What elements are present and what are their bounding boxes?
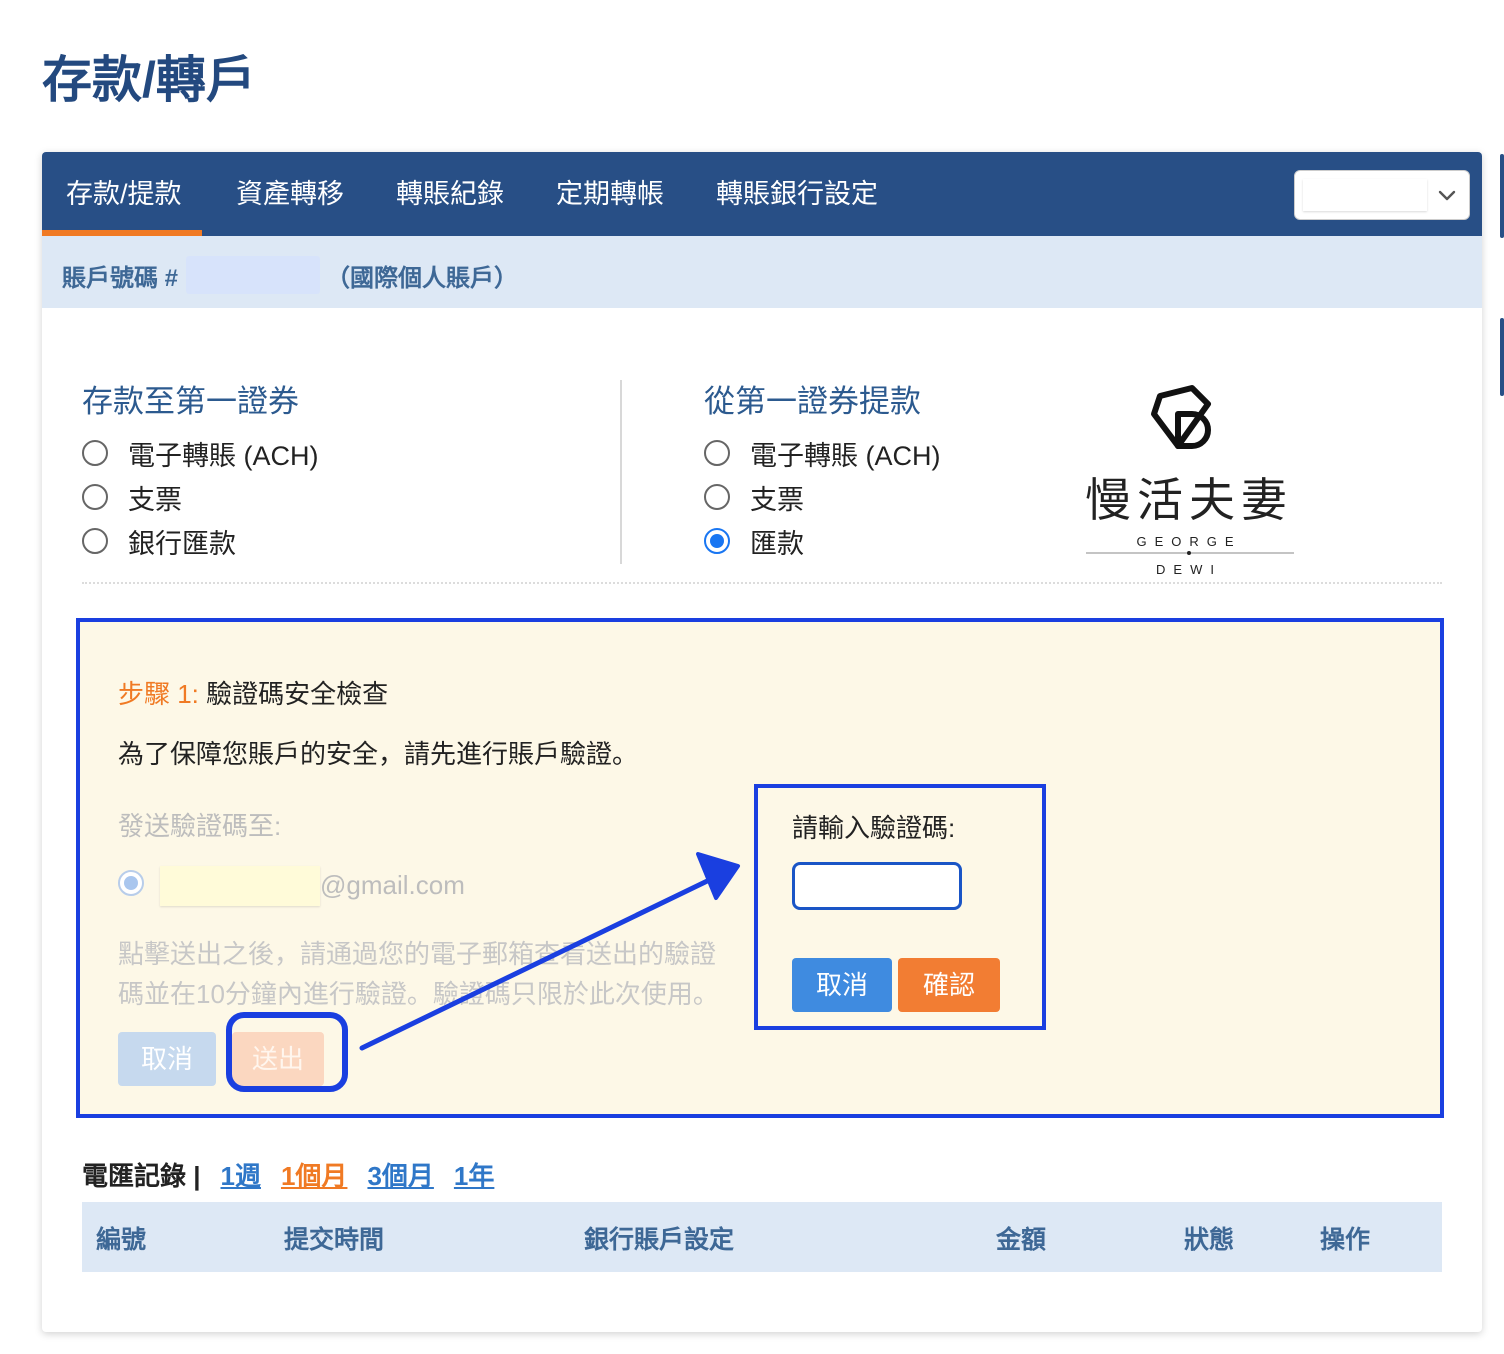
radio-button[interactable] [704, 440, 730, 466]
radio-button[interactable] [82, 440, 108, 466]
account-number-masked [186, 256, 320, 294]
code-confirm-button[interactable]: 確認 [898, 958, 1000, 1012]
withdraw-option-label: 匯款 [750, 528, 804, 559]
george-dewi-logo: 慢活夫妻 GEORGE DEWI [1085, 385, 1294, 577]
withdraw-option-label: 支票 [750, 484, 804, 515]
code-cancel-button[interactable]: 取消 [792, 958, 892, 1012]
deposit-option-ach[interactable]: 電子轉賬 (ACH) [82, 436, 319, 471]
range-1-month[interactable]: 1個月 [281, 1156, 347, 1193]
column-header-bank-account: 銀行賬戶設定 [584, 1226, 735, 1254]
radio-button-selected[interactable] [704, 528, 730, 554]
arrow-icon [359, 852, 740, 1051]
deposit-option-label: 支票 [128, 484, 182, 515]
step-number: 步驟 1: [118, 679, 199, 709]
verification-code-box: 請輸入驗證碼: 取消 確認 [754, 784, 1046, 1030]
tab-asset-transfer[interactable]: 資產轉移 [236, 152, 344, 236]
radio-button[interactable] [82, 528, 108, 554]
deposit-option-label: 電子轉賬 (ACH) [128, 440, 319, 471]
range-3-months[interactable]: 3個月 [367, 1156, 433, 1193]
svg-text:DEWI: DEWI [1156, 562, 1222, 577]
step-title: 步驟 1: 驗證碼安全檢查 [118, 674, 388, 711]
page-title: 存款/轉戶 [42, 52, 256, 108]
send-button-highlight [226, 1012, 348, 1092]
verification-code-input[interactable] [792, 862, 962, 910]
range-1-year[interactable]: 1年 [454, 1156, 494, 1193]
radio-button[interactable] [704, 484, 730, 510]
verification-step-box: 步驟 1: 驗證碼安全檢查 為了保障您賬戶的安全，請先進行賬戶驗證。 發送驗證碼… [76, 618, 1444, 1118]
range-1-week[interactable]: 1週 [221, 1156, 261, 1193]
column-header-submit-time: 提交時間 [284, 1226, 385, 1254]
column-header-id: 編號 [96, 1226, 147, 1254]
chevron-down-icon [1438, 190, 1456, 201]
email-radio-button[interactable] [118, 870, 144, 896]
wire-history-title: 電匯記錄 | [82, 1161, 201, 1191]
step-cancel-button[interactable]: 取消 [118, 1032, 216, 1086]
deposit-option-label: 銀行匯款 [128, 528, 236, 559]
scrollbar-edge-bottom [1500, 318, 1504, 396]
code-input-label: 請輸入驗證碼: [792, 813, 956, 843]
account-type: （國際個人賬戶） [326, 265, 518, 292]
svg-text:GEORGE: GEORGE [1136, 534, 1241, 549]
withdraw-option-label: 電子轉賬 (ACH) [750, 440, 941, 471]
column-header-status: 狀態 [1184, 1226, 1235, 1254]
dotted-divider [82, 582, 1442, 584]
tab-scheduled-transfer[interactable]: 定期轉帳 [556, 152, 664, 236]
withdraw-title: 從第一證券提款 [704, 384, 921, 419]
deposit-title: 存款至第一證券 [82, 384, 299, 419]
account-dropdown-value [1303, 179, 1427, 211]
deposit-option-check[interactable]: 支票 [82, 480, 182, 515]
tab-bar: 存款/提款 資產轉移 轉賬紀錄 定期轉帳 轉賬銀行設定 [42, 152, 1482, 238]
send-to-label: 發送驗證碼至: [118, 811, 282, 841]
withdraw-option-check[interactable]: 支票 [704, 480, 804, 515]
column-header-actions: 操作 [1320, 1226, 1371, 1254]
deposit-option-wire[interactable]: 銀行匯款 [82, 524, 236, 559]
radio-button[interactable] [82, 484, 108, 510]
step-title-text: 驗證碼安全檢查 [206, 679, 389, 709]
table-header: 編號 提交時間 銀行賬戶設定 金額 狀態 操作 [82, 1202, 1442, 1272]
column-header-amount: 金額 [996, 1226, 1047, 1254]
email-masked [160, 866, 320, 906]
withdraw-option-wire[interactable]: 匯款 [704, 524, 804, 559]
step-description: 為了保障您賬戶的安全，請先進行賬戶驗證。 [118, 739, 639, 769]
account-number-label: 賬戶號碼 # [62, 265, 179, 292]
account-bar: 賬戶號碼 # （國際個人賬戶） [42, 236, 1482, 308]
section-divider [620, 380, 622, 564]
svg-text:慢活夫妻: 慢活夫妻 [1085, 473, 1293, 527]
tab-deposit-withdraw[interactable]: 存款/提款 [42, 152, 201, 238]
tab-bank-settings[interactable]: 轉賬銀行設定 [716, 152, 878, 236]
withdraw-option-ach[interactable]: 電子轉賬 (ACH) [704, 436, 941, 471]
account-dropdown[interactable] [1294, 170, 1470, 220]
main-panel: 存款/提款 資產轉移 轉賬紀錄 定期轉帳 轉賬銀行設定 賬戶號碼 # （國際個人… [42, 152, 1482, 1332]
tab-transfer-records[interactable]: 轉賬紀錄 [396, 152, 504, 236]
wire-history-filter: 電匯記錄 | 1週 1個月 3個月 1年 [82, 1156, 494, 1193]
scrollbar-edge-top [1500, 154, 1504, 238]
